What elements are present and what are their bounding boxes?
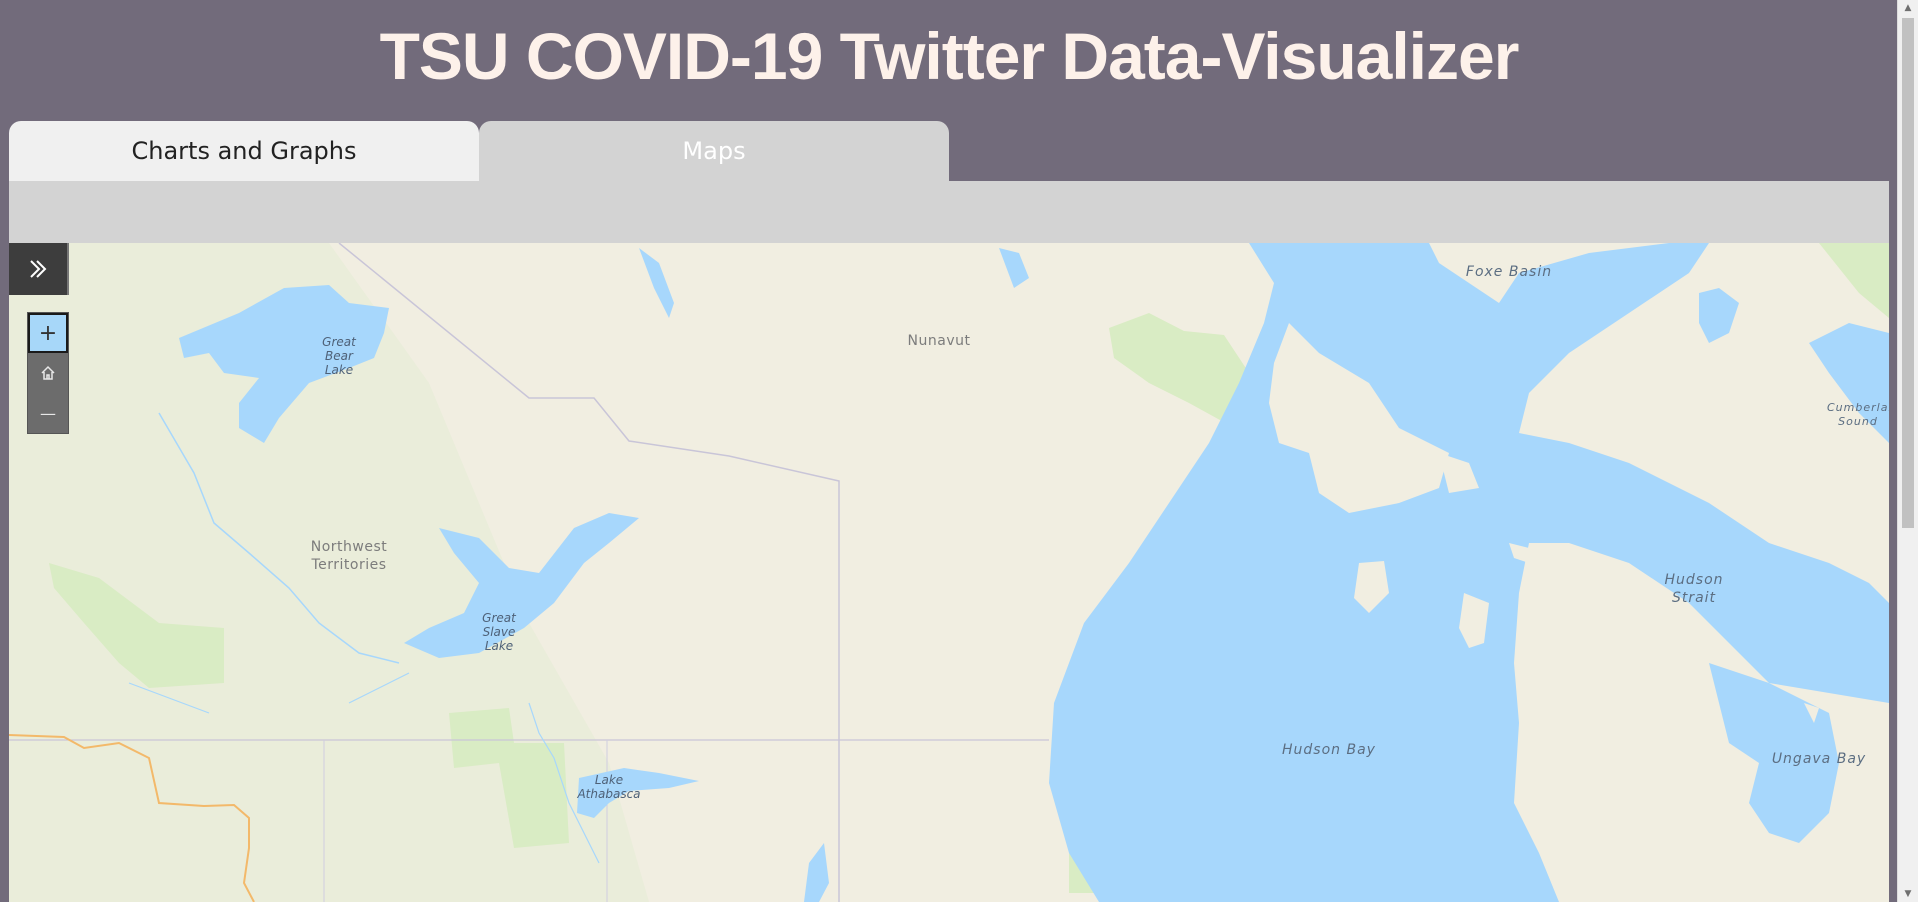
scroll-down-arrow-icon[interactable]: ▼ [1898, 886, 1918, 902]
home-icon [41, 365, 55, 380]
home-button[interactable] [28, 353, 68, 393]
double-chevron-right-icon [30, 260, 47, 278]
map-label-cumberland-sound: Cumberland Sound [1827, 401, 1889, 428]
map-label-ungava-bay: Ungava Bay [1771, 751, 1867, 767]
zoom-out-button[interactable]: — [28, 393, 68, 433]
map-label-lake-athabasca: Lake Athabasca [577, 773, 641, 801]
map-label-hudson-bay: Hudson Bay [1282, 742, 1376, 758]
tab-charts-and-graphs[interactable]: Charts and Graphs [9, 121, 479, 181]
zoom-controls: + — [27, 312, 69, 434]
expand-panel-button[interactable] [9, 243, 69, 295]
map-label-hudson-strait: Hudson Strait [1664, 572, 1724, 606]
map-label-nunavut: Nunavut [907, 333, 971, 349]
map-label-great-bear-lake: Great Bear Lake [322, 335, 356, 377]
tab-label: Maps [682, 137, 746, 165]
page-scrollbar[interactable]: ▲ ▼ [1897, 0, 1918, 902]
app-title: TSU COVID-19 Twitter Data-Visualizer [379, 19, 1520, 93]
map-label-northwest-territories: Northwest Territories [310, 539, 388, 573]
scrollbar-thumb[interactable] [1902, 18, 1914, 528]
scroll-up-arrow-icon[interactable]: ▲ [1898, 0, 1918, 16]
tab-maps[interactable]: Maps [479, 121, 949, 181]
tab-label: Charts and Graphs [131, 137, 357, 165]
map-label-foxe-basin: Foxe Basin [1465, 264, 1553, 280]
zoom-in-button[interactable]: + [28, 313, 68, 353]
map-label-great-slave-lake: Great Slave Lake [482, 611, 516, 653]
map-panel-header [9, 181, 1889, 243]
map-view[interactable]: Nunavut Northwest Territories Foxe Basin… [9, 243, 1889, 902]
